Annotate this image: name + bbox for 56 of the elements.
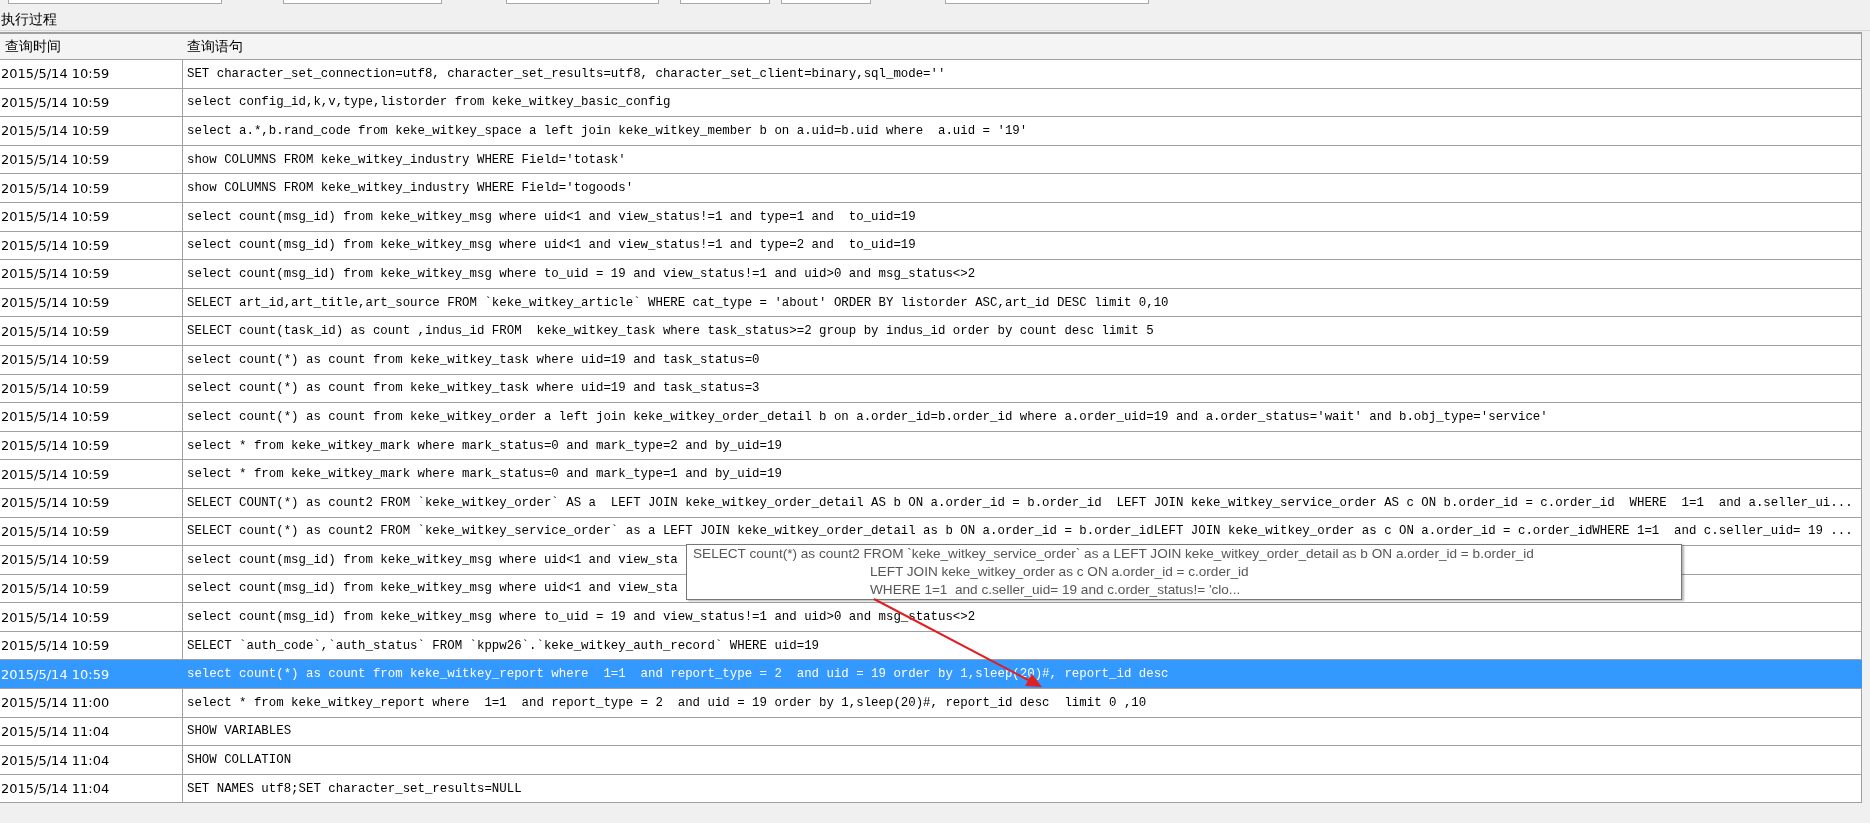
- query-cell: show COLUMNS FROM keke_witkey_industry WHERE Field='togoods': [187, 181, 634, 196]
- time-cell: 2015/5/14 11:04: [1, 781, 110, 797]
- time-cell: 2015/5/14 10:59: [1, 409, 110, 425]
- query-cell: select a.*,b.rand_code from keke_witkey_space a left join keke_witkey_member b on a.uid=b.uid where a.uid = '19': [187, 124, 1028, 138]
- time-cell: 2015/5/14 10:59: [1, 266, 110, 282]
- time-cell: 2015/5/14 10:59: [1, 66, 110, 82]
- query-cell: select count(msg_id) from keke_witkey_msg where uid<1 and view_sta: [187, 552, 678, 567]
- query-cell: SELECT `auth_code`,`auth_status` FROM `kppw26`.`keke_witkey_auth_record` WHERE uid=19: [187, 638, 820, 653]
- query-cell: SHOW COLLATION: [187, 753, 292, 768]
- query-cell: select count(msg_id) from keke_witkey_msg where uid<1 and view_status!=1 and type=1 and to_uid=19: [187, 209, 916, 224]
- tooltip-text: WHERE 1=1 and c.seller_uid= 19 and c.order_status!= 'clo...: [870, 582, 1241, 597]
- time-cell: 2015/5/14 10:59: [1, 380, 110, 396]
- time-cell: 2015/5/14 10:59: [1, 209, 110, 225]
- time-cell: 2015/5/14 10:59: [1, 438, 110, 453]
- query-cell: select * from keke_witkey_report where 1=1 and report_type = 2 and uid = 19 order by 1,sleep(20)#, report_id desc limit 0 ,10: [187, 695, 1147, 710]
- time-cell: 2015/5/14 11:04: [1, 752, 110, 768]
- query-cell: select count(*) as count from keke_witkey_task where uid=19 and task_status=0: [187, 352, 760, 367]
- time-cell: 2015/5/14 11:00: [1, 695, 110, 711]
- time-cell: 2015/5/14 10:59: [1, 581, 110, 596]
- time-cell: 2015/5/14 11:04: [1, 723, 110, 739]
- tooltip-text: LEFT JOIN keke_witkey_order as c ON a.order_id = c.order_id: [870, 564, 1249, 579]
- query-cell: SELECT count(*) as count2 FROM `keke_witkey_service_order` as a LEFT JOIN keke_witkey_order_detail as b ON a.order_id = b.order_idLEFT JOIN keke_witkey_order as c ON a.order_id = c.order_idWHERE 1=1 and c.seller_uid= 19 ...: [187, 524, 1853, 539]
- time-cell: 2015/5/14 10:59: [1, 495, 110, 511]
- time-cell: 2015/5/14 10:59: [1, 237, 110, 253]
- query-cell: select count(msg_id) from keke_witkey_msg where uid<1 and view_sta: [187, 581, 678, 596]
- time-cell: 2015/5/14 10:59: [1, 466, 110, 482]
- query-cell: select count(*) as count from keke_witkey_order a left join keke_witkey_order_detail b on a.order_id=b.order_id where a.order_uid=19 and a.order_status='wait' and b.obj_type='service': [187, 409, 1548, 424]
- time-cell: 2015/5/14 10:59: [1, 295, 110, 311]
- time-cell: 2015/5/14 10:59: [1, 152, 110, 168]
- query-cell: SET NAMES utf8;SET character_set_results=NULL: [187, 781, 522, 796]
- query-cell: select count(msg_id) from keke_witkey_msg where uid<1 and view_status!=1 and type=2 and to_uid=19: [187, 238, 916, 253]
- time-cell: 2015/5/14 10:59: [1, 552, 110, 568]
- column-header[interactable]: 查询时间: [5, 37, 61, 56]
- time-cell: 2015/5/14 10:59: [1, 123, 110, 139]
- query-cell: SELECT art_id,art_title,art_source FROM `keke_witkey_article` WHERE cat_type = 'about' ORDER BY listorder ASC,art_id DESC limit 0,10: [187, 295, 1169, 310]
- query-cell: select count(msg_id) from keke_witkey_msg where to_uid = 19 and view_status!=1 and uid>0 and msg_status<>2: [187, 266, 976, 281]
- query-cell: select config_id,k,v,type,listorder from keke_witkey_basic_config: [187, 95, 671, 110]
- tooltip-text: SELECT count(*) as count2 FROM `keke_witkey_service_order` as a LEFT JOIN keke_witkey_order_detail as b ON a.order_id = b.order_id: [693, 546, 1534, 561]
- time-cell: 2015/5/14 10:59: [1, 180, 110, 196]
- time-cell: 2015/5/14 10:59: [1, 523, 110, 539]
- query-cell: show COLUMNS FROM keke_witkey_industry WHERE Field='totask': [187, 152, 626, 167]
- query-cell: SHOW VARIABLES: [187, 724, 292, 739]
- time-cell: 2015/5/14 10:59: [1, 609, 110, 625]
- column-header[interactable]: 查询语句: [187, 37, 243, 56]
- time-cell: 2015/5/14 10:59: [1, 94, 110, 110]
- query-cell: select * from keke_witkey_mark where mark_status=0 and mark_type=1 and by_uid=19: [187, 467, 782, 482]
- time-cell: 2015/5/14 10:59: [1, 638, 110, 654]
- query-cell: SELECT COUNT(*) as count2 FROM `keke_witkey_order` AS a LEFT JOIN keke_witkey_order_detail AS b ON a.order_id = b.order_id LEFT JOIN keke_witkey_service_order AS c ON b.order_id = c.order_id WHERE 1=1 and a.seller_ui...: [187, 495, 1853, 510]
- query-cell: select * from keke_witkey_mark where mark_status=0 and mark_type=2 and by_uid=19: [187, 438, 782, 453]
- query-cell: select count(*) as count from keke_witkey_task where uid=19 and task_status=3: [187, 381, 760, 396]
- query-cell: SELECT count(task_id) as count ,indus_id FROM keke_witkey_task where task_status>=2 group by indus_id order by count desc limit 5: [187, 324, 1154, 339]
- section-title: 执行过程: [1, 10, 57, 29]
- query-cell: SET character_set_connection=utf8, character_set_results=utf8, character_set_client=binary,sql_mode='': [187, 66, 946, 81]
- time-cell: 2015/5/14 10:59: [1, 323, 110, 339]
- time-cell: 2015/5/14 10:59: [1, 666, 110, 682]
- time-cell: 2015/5/14 10:59: [1, 352, 110, 368]
